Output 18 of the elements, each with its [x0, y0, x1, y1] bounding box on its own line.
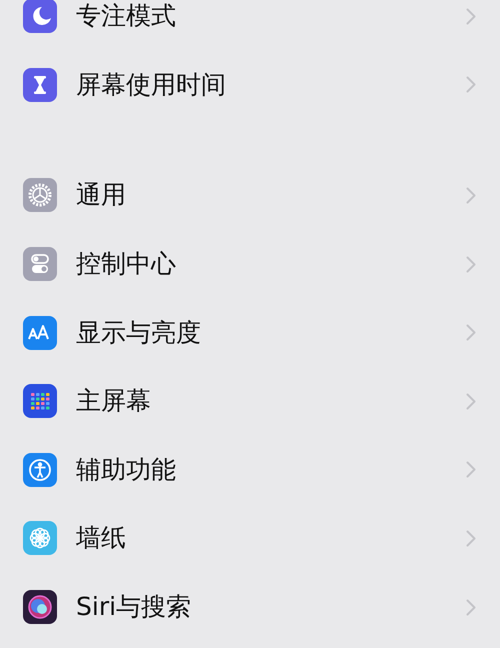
- setting-label[interactable]: 屏幕使用时间: [76, 68, 226, 101]
- setting-label[interactable]: 墙纸: [76, 522, 126, 554]
- chevron-icon: [466, 186, 476, 204]
- setting-label[interactable]: 主屏幕: [76, 385, 151, 418]
- setting-label[interactable]: Siri与搜索: [76, 591, 192, 624]
- setting-label[interactable]: 显示与亮度: [76, 316, 201, 349]
- setting-label[interactable]: 专注模式: [76, 0, 176, 32]
- chevron-icon: [466, 392, 476, 410]
- chevron-icon: [466, 461, 476, 478]
- setting-label[interactable]: 通用: [76, 179, 126, 212]
- chevron-icon: [466, 8, 476, 25]
- setting-label[interactable]: 控制中心: [76, 248, 176, 280]
- chevron-icon: [466, 324, 476, 342]
- chevron-icon: [466, 530, 476, 547]
- chevron-icon: [466, 76, 476, 94]
- chevron-icon: [466, 256, 476, 273]
- setting-label[interactable]: 辅助功能: [76, 454, 176, 486]
- chevron-icon: [466, 598, 476, 616]
